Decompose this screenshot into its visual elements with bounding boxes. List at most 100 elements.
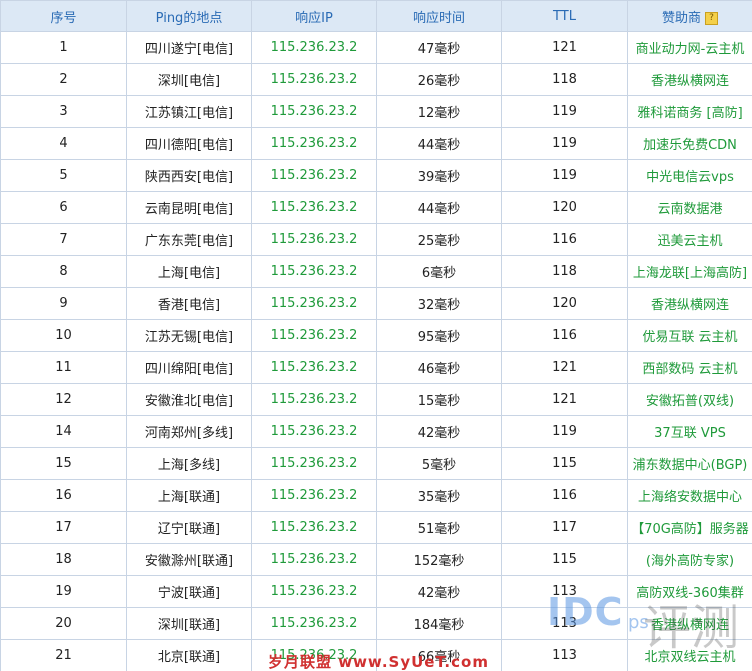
row-ip: 115.236.23.2 xyxy=(251,607,377,640)
row-index: 3 xyxy=(0,95,127,128)
row-ip: 115.236.23.2 xyxy=(251,255,377,288)
row-ip: 115.236.23.2 xyxy=(251,479,377,512)
row-ip: 115.236.23.2 xyxy=(251,95,377,128)
row-index: 10 xyxy=(0,319,127,352)
header-ttl: TTL xyxy=(501,0,628,32)
row-sponsor-link[interactable]: 上海龙联[上海高防] xyxy=(627,255,752,288)
row-sponsor-link[interactable]: 优易互联 云主机 xyxy=(627,319,752,352)
row-ttl: 113 xyxy=(501,639,628,671)
row-location: 四川遂宁[电信] xyxy=(126,31,252,64)
row-sponsor-link[interactable]: 北京双线云主机 xyxy=(627,639,752,671)
row-time: 152毫秒 xyxy=(376,543,502,576)
ping-results-table: 序号 Ping的地点 响应IP 响应时间 TTL 赞助商? 1 四川遂宁[电信]… xyxy=(0,0,752,671)
row-time: 32毫秒 xyxy=(376,287,502,320)
row-ttl: 119 xyxy=(501,415,628,448)
row-index: 18 xyxy=(0,543,127,576)
row-ttl: 118 xyxy=(501,255,628,288)
row-location: 河南郑州[多线] xyxy=(126,415,252,448)
row-time: 5毫秒 xyxy=(376,447,502,480)
row-ttl: 116 xyxy=(501,319,628,352)
row-ttl: 120 xyxy=(501,287,628,320)
row-index: 7 xyxy=(0,223,127,256)
row-ip: 115.236.23.2 xyxy=(251,191,377,224)
table-row: 3 江苏镇江[电信] 115.236.23.2 12毫秒 119 雅科诺商务 [… xyxy=(0,95,752,128)
row-ttl: 120 xyxy=(501,191,628,224)
row-ttl: 119 xyxy=(501,95,628,128)
row-index: 14 xyxy=(0,415,127,448)
row-time: 39毫秒 xyxy=(376,159,502,192)
row-ip: 115.236.23.2 xyxy=(251,287,377,320)
table-header-row: 序号 Ping的地点 响应IP 响应时间 TTL 赞助商? xyxy=(0,0,752,32)
row-sponsor-link[interactable]: 【70G高防】服务器 xyxy=(627,511,752,544)
table-row: 20 深圳[联通] 115.236.23.2 184毫秒 113 香港纵横网连 xyxy=(0,607,752,640)
row-ttl: 113 xyxy=(501,575,628,608)
row-index: 16 xyxy=(0,479,127,512)
row-location: 江苏无锡[电信] xyxy=(126,319,252,352)
row-index: 12 xyxy=(0,383,127,416)
row-time: 42毫秒 xyxy=(376,575,502,608)
row-ttl: 121 xyxy=(501,31,628,64)
row-ttl: 115 xyxy=(501,447,628,480)
row-sponsor-link[interactable]: 安徽拓普(双线) xyxy=(627,383,752,416)
header-location: Ping的地点 xyxy=(126,0,252,32)
row-index: 1 xyxy=(0,31,127,64)
header-sponsor: 赞助商? xyxy=(627,0,752,32)
row-time: 95毫秒 xyxy=(376,319,502,352)
row-location: 上海[多线] xyxy=(126,447,252,480)
table-row: 16 上海[联通] 115.236.23.2 35毫秒 116 上海络安数据中心 xyxy=(0,479,752,512)
row-location: 上海[电信] xyxy=(126,255,252,288)
row-sponsor-link[interactable]: 香港纵横网连 xyxy=(627,287,752,320)
row-ttl: 119 xyxy=(501,127,628,160)
table-row: 2 深圳[电信] 115.236.23.2 26毫秒 118 香港纵横网连 xyxy=(0,63,752,96)
row-location: 陕西西安[电信] xyxy=(126,159,252,192)
row-index: 9 xyxy=(0,287,127,320)
row-time: 25毫秒 xyxy=(376,223,502,256)
row-time: 44毫秒 xyxy=(376,191,502,224)
table-row: 8 上海[电信] 115.236.23.2 6毫秒 118 上海龙联[上海高防] xyxy=(0,255,752,288)
table-row: 5 陕西西安[电信] 115.236.23.2 39毫秒 119 中光电信云vp… xyxy=(0,159,752,192)
row-ip: 115.236.23.2 xyxy=(251,543,377,576)
table-row: 19 宁波[联通] 115.236.23.2 42毫秒 113 高防双线-360… xyxy=(0,575,752,608)
row-ip: 115.236.23.2 xyxy=(251,223,377,256)
row-location: 广东东莞[电信] xyxy=(126,223,252,256)
row-ip: 115.236.23.2 xyxy=(251,63,377,96)
row-time: 12毫秒 xyxy=(376,95,502,128)
row-location: 四川德阳[电信] xyxy=(126,127,252,160)
row-sponsor-link[interactable]: 云南数据港 xyxy=(627,191,752,224)
table-row: 21 北京[联通] 115.236.23.2 66毫秒 113 北京双线云主机 xyxy=(0,639,752,671)
row-sponsor-link[interactable]: 37互联 VPS xyxy=(627,415,752,448)
header-time: 响应时间 xyxy=(376,0,502,32)
row-ttl: 118 xyxy=(501,63,628,96)
header-index: 序号 xyxy=(0,0,127,32)
hint-icon[interactable]: ? xyxy=(705,11,718,25)
row-time: 44毫秒 xyxy=(376,127,502,160)
row-location: 安徽滁州[联通] xyxy=(126,543,252,576)
row-ip: 115.236.23.2 xyxy=(251,31,377,64)
row-ip: 115.236.23.2 xyxy=(251,351,377,384)
row-time: 35毫秒 xyxy=(376,479,502,512)
table-row: 4 四川德阳[电信] 115.236.23.2 44毫秒 119 加速乐免费CD… xyxy=(0,127,752,160)
row-sponsor-link[interactable]: 雅科诺商务 [高防] xyxy=(627,95,752,128)
row-sponsor-link[interactable]: 加速乐免费CDN xyxy=(627,127,752,160)
row-location: 安徽淮北[电信] xyxy=(126,383,252,416)
row-sponsor-link[interactable]: 浦东数据中心(BGP) xyxy=(627,447,752,480)
row-time: 26毫秒 xyxy=(376,63,502,96)
row-location: 深圳[电信] xyxy=(126,63,252,96)
row-index: 20 xyxy=(0,607,127,640)
row-sponsor-link[interactable]: 上海络安数据中心 xyxy=(627,479,752,512)
row-index: 2 xyxy=(0,63,127,96)
row-sponsor-link[interactable]: 迅美云主机 xyxy=(627,223,752,256)
row-time: 51毫秒 xyxy=(376,511,502,544)
row-ip: 115.236.23.2 xyxy=(251,319,377,352)
row-ip: 115.236.23.2 xyxy=(251,159,377,192)
row-sponsor-link[interactable]: (海外高防专家) xyxy=(627,543,752,576)
row-sponsor-link[interactable]: 商业动力网-云主机 xyxy=(627,31,752,64)
row-sponsor-link[interactable]: 香港纵横网连 xyxy=(627,607,752,640)
table-row: 14 河南郑州[多线] 115.236.23.2 42毫秒 119 37互联 V… xyxy=(0,415,752,448)
row-sponsor-link[interactable]: 西部数码 云主机 xyxy=(627,351,752,384)
row-sponsor-link[interactable]: 高防双线-360集群 xyxy=(627,575,752,608)
row-ip: 115.236.23.2 xyxy=(251,127,377,160)
row-sponsor-link[interactable]: 中光电信云vps xyxy=(627,159,752,192)
row-ttl: 116 xyxy=(501,479,628,512)
row-sponsor-link[interactable]: 香港纵横网连 xyxy=(627,63,752,96)
